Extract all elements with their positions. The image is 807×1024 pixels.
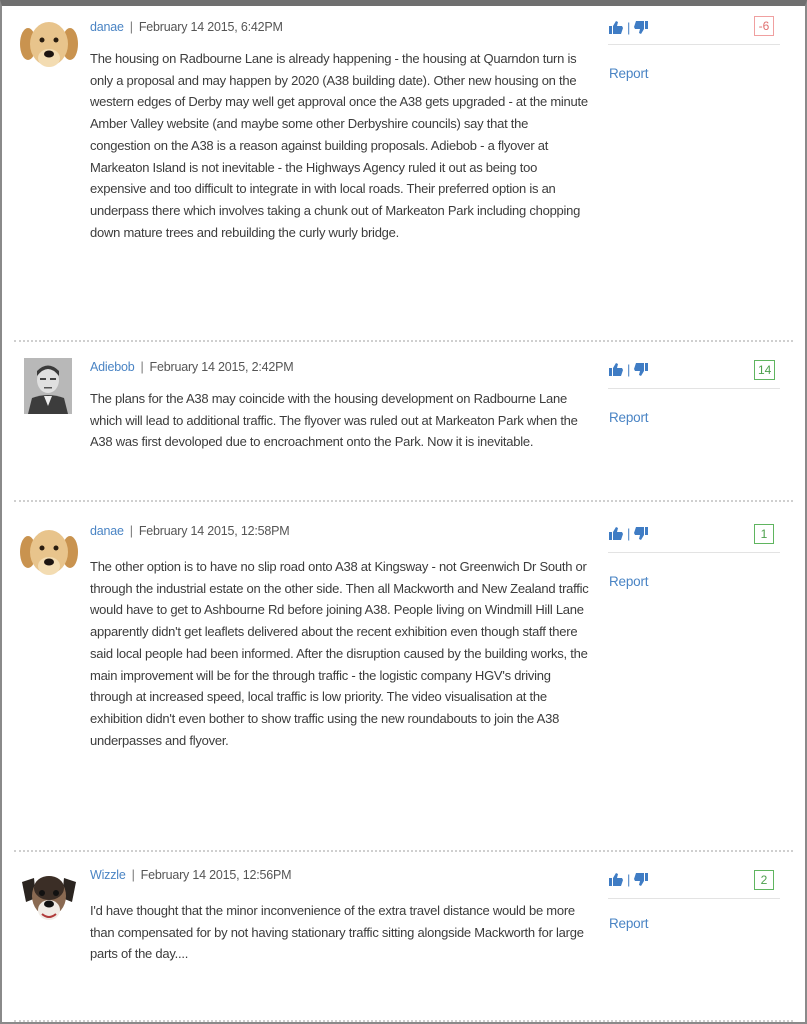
vote-controls: | xyxy=(608,18,658,36)
comment-meta: danae | February 14 2015, 12:58PM xyxy=(90,524,290,538)
score-badge: 14 xyxy=(754,360,776,380)
comment-date: February 14 2015, 2:42PM xyxy=(149,360,294,374)
user-avatar[interactable] xyxy=(24,358,72,414)
comment-meta: danae | February 14 2015, 6:42PM xyxy=(90,20,283,34)
comment-meta: Adiebob | February 14 2015, 2:42PM xyxy=(90,360,294,374)
vote-controls: | xyxy=(608,870,658,888)
vote-divider xyxy=(608,552,780,553)
username-link[interactable]: danae xyxy=(90,524,124,538)
thumbs-up-icon[interactable] xyxy=(608,20,624,35)
user-avatar[interactable] xyxy=(18,868,80,930)
username-link[interactable]: Adiebob xyxy=(90,360,135,374)
comment-body: The other option is to have no slip road… xyxy=(90,559,589,748)
comment-item: danae | February 14 2015, 12:58PM The othe… xyxy=(14,502,793,852)
comment-item: Wizzle | February 14 2015, 12:56PM I'd hav… xyxy=(14,852,793,1022)
vote-separator: | xyxy=(627,19,631,35)
comment-date: February 14 2015, 6:42PM xyxy=(138,20,283,34)
thumbs-down-icon[interactable] xyxy=(633,362,649,377)
report-link[interactable]: Report xyxy=(609,916,649,931)
meta-separator: | xyxy=(131,868,135,882)
comment-date: February 14 2015, 12:58PM xyxy=(138,524,290,538)
meta-separator: | xyxy=(129,20,133,34)
user-avatar[interactable] xyxy=(18,14,80,76)
vote-separator: | xyxy=(627,361,631,377)
vote-controls: | xyxy=(608,360,658,378)
thumbs-up-icon[interactable] xyxy=(608,526,624,541)
thumbs-down-icon[interactable] xyxy=(633,872,649,887)
vote-divider xyxy=(608,898,780,899)
score-badge: 2 xyxy=(754,870,774,890)
score-badge: -6 xyxy=(754,16,774,36)
thumbs-up-icon[interactable] xyxy=(608,362,624,377)
meta-separator: | xyxy=(129,524,133,538)
comment-date: February 14 2015, 12:56PM xyxy=(140,868,292,882)
comment-meta: Wizzle | February 14 2015, 12:56PM xyxy=(90,868,292,882)
comment-item: danae | February 14 2015, 6:42PM The housi… xyxy=(14,8,793,342)
vote-controls: | xyxy=(608,524,658,542)
thumbs-down-icon[interactable] xyxy=(633,526,649,541)
report-link[interactable]: Report xyxy=(609,410,649,425)
score-badge: 1 xyxy=(754,524,774,544)
comment-body: The housing on Radbourne Lane is already… xyxy=(90,51,588,240)
thumbs-down-icon[interactable] xyxy=(633,20,649,35)
comment-separator xyxy=(14,1020,793,1022)
thumbs-up-icon[interactable] xyxy=(608,872,624,887)
vote-separator: | xyxy=(627,525,631,541)
report-link[interactable]: Report xyxy=(609,66,649,81)
user-avatar[interactable] xyxy=(18,522,80,584)
vote-divider xyxy=(608,388,780,389)
comment-body: I'd have thought that the minor inconven… xyxy=(90,903,584,962)
comment-body: The plans for the A38 may coincide with … xyxy=(90,391,578,450)
vote-divider xyxy=(608,44,780,45)
vote-separator: | xyxy=(627,871,631,887)
username-link[interactable]: Wizzle xyxy=(90,868,126,882)
username-link[interactable]: danae xyxy=(90,20,124,34)
report-link[interactable]: Report xyxy=(609,574,649,589)
comment-item: Adiebob | February 14 2015, 2:42PM The pla… xyxy=(14,342,793,502)
meta-separator: | xyxy=(140,360,144,374)
